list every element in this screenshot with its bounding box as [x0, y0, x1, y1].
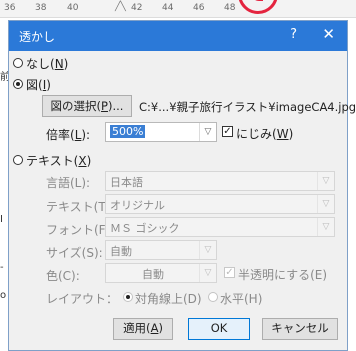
size-value: 自動 — [110, 245, 132, 258]
semitransparent-checkbox[interactable]: ✓ — [224, 267, 235, 278]
text-option-label-key: X — [78, 154, 87, 168]
scale-label: 倍率(L): — [46, 126, 90, 143]
document-text: o — [0, 290, 7, 301]
horizontal-label[interactable]: 水平(H) — [220, 290, 262, 307]
text-option-label-text: テキスト( — [26, 154, 79, 168]
horizontal-radio[interactable] — [208, 292, 218, 302]
apply-button[interactable]: 適用(A) — [113, 318, 173, 340]
picture-label-text: 図( — [26, 78, 43, 92]
chevron-down-icon[interactable]: ▽ — [317, 172, 334, 190]
scale-label-tail: ): — [81, 128, 91, 142]
ruler-tick: 48 — [224, 3, 236, 13]
text-value: オリジナル — [110, 199, 165, 212]
size-label: サイズ(S): — [46, 246, 103, 260]
dialog-title: 透かし — [19, 30, 56, 44]
size-select[interactable]: 自動 ▽ — [105, 240, 217, 260]
close-icon[interactable]: ✕ — [322, 25, 335, 43]
washout-checkbox[interactable]: ✓ — [222, 126, 233, 137]
ok-button[interactable]: OK — [188, 318, 250, 340]
help-icon[interactable]: ? — [290, 27, 297, 42]
picture-radio[interactable] — [13, 79, 23, 89]
color-select[interactable]: 自動 ▽ — [105, 263, 217, 283]
none-label-tail: ) — [63, 57, 69, 71]
language-value: 日本語 — [110, 176, 143, 189]
chevron-down-icon[interactable]: ▽ — [199, 241, 216, 259]
text-option-label[interactable]: テキスト(X) — [26, 152, 91, 169]
diagonal-radio[interactable] — [123, 292, 133, 302]
document-text: - — [0, 262, 4, 273]
chevron-down-icon[interactable]: ▽ — [317, 195, 334, 213]
ruler-tick: 40 — [67, 3, 79, 13]
scale-select[interactable]: 500% ▽ — [105, 122, 217, 142]
select-picture-label: 図の選択( — [50, 99, 102, 113]
washout-label-key: W — [276, 127, 289, 141]
picture-label[interactable]: 図(I) — [26, 76, 51, 93]
apply-label: 適用( — [123, 321, 151, 335]
text-option-label-tail: ) — [86, 154, 92, 168]
none-label-text: なし( — [26, 57, 55, 71]
semitransparent-label[interactable]: 半透明にする(E) — [238, 266, 327, 283]
font-value: ＭＳ ゴシック — [110, 222, 180, 235]
none-radio[interactable] — [13, 58, 23, 68]
ruler: 36 38 40 ╱╲ 42 44 46 48 — [0, 0, 356, 18]
ruler-indent-marker[interactable]: ╱╲ — [115, 2, 126, 12]
chevron-down-icon[interactable]: ▽ — [317, 218, 334, 236]
scale-label-text: 倍率( — [46, 128, 75, 142]
ruler-tick: 38 — [35, 3, 47, 13]
diagonal-label[interactable]: 対角線上(D) — [135, 290, 202, 307]
washout-label-tail: ) — [288, 127, 294, 141]
chevron-down-icon[interactable]: ▽ — [199, 264, 216, 282]
dialog-titlebar[interactable]: 透かし ? ✕ — [9, 21, 347, 51]
color-label: 色(C): — [46, 269, 80, 283]
apply-tail: ) — [158, 321, 163, 335]
ruler-tick: 42 — [131, 3, 143, 13]
cancel-button[interactable]: キャンセル — [262, 318, 338, 340]
chevron-down-icon[interactable]: ▽ — [199, 123, 216, 141]
language-select[interactable]: 日本語 ▽ — [105, 171, 335, 191]
washout-label[interactable]: にじみ(W) — [236, 125, 293, 142]
ruler-tick: 44 — [162, 3, 174, 13]
ruler-tick: 46 — [193, 3, 205, 13]
none-label[interactable]: なし(N) — [26, 55, 68, 72]
text-select[interactable]: オリジナル ▽ — [105, 194, 335, 214]
picture-label-tail: ) — [46, 78, 51, 92]
scale-value: 500% — [110, 125, 146, 138]
picture-path: C:¥...¥親子旅行イラスト¥imageCA4.jpg — [139, 100, 356, 114]
layout-label: レイアウト： — [46, 292, 119, 306]
select-picture-tail: )... — [107, 99, 124, 113]
ruler-tick: 36 — [4, 3, 16, 13]
document-text: I — [0, 214, 3, 225]
none-label-key: N — [54, 57, 64, 71]
language-label: 言語(L): — [46, 176, 91, 190]
select-picture-button[interactable]: 図の選択(P)... — [42, 95, 132, 117]
select-picture-key: P — [101, 99, 108, 113]
washout-label-text: にじみ( — [236, 127, 277, 141]
color-value: 自動 — [142, 268, 164, 281]
watermark-dialog: 透かし ? ✕ なし(N) 図(I) 図の選択(P)... C:¥...¥親子旅… — [8, 20, 356, 351]
font-select[interactable]: ＭＳ ゴシック ▽ — [105, 217, 335, 237]
scale-value-text: 500% — [110, 125, 146, 138]
text-radio[interactable] — [13, 155, 23, 165]
